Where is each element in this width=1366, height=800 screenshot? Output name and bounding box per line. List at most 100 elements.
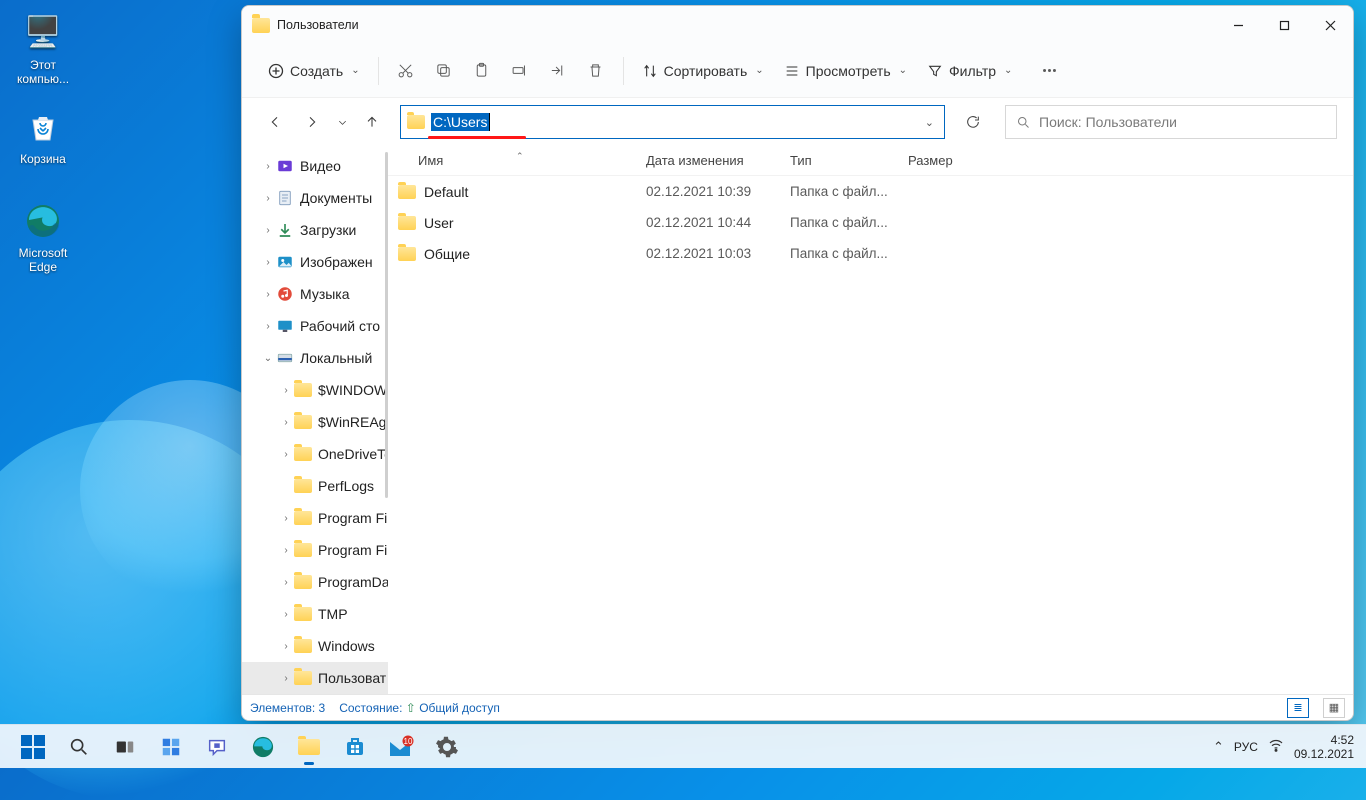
file-row[interactable]: User02.12.2021 10:44Папка с файл... bbox=[388, 207, 1353, 238]
sort-button[interactable]: Сортировать⌄ bbox=[632, 53, 774, 89]
expand-icon[interactable]: ⌄ bbox=[260, 353, 276, 364]
tree-node[interactable]: ›Program Fi bbox=[242, 534, 388, 566]
taskbar-clock[interactable]: 4:52 09.12.2021 bbox=[1294, 733, 1360, 761]
expand-icon[interactable]: › bbox=[260, 257, 276, 268]
status-state: Состояние: ⇧ Общий доступ bbox=[339, 701, 500, 715]
tree-label: Видео bbox=[300, 158, 341, 174]
expand-icon[interactable]: › bbox=[260, 161, 276, 172]
file-date: 02.12.2021 10:03 bbox=[646, 246, 790, 261]
start-button[interactable] bbox=[12, 727, 54, 767]
new-button[interactable]: Создать⌄ bbox=[258, 53, 370, 89]
chevron-down-icon: ⌄ bbox=[1004, 65, 1012, 76]
taskbar-store[interactable] bbox=[334, 727, 376, 767]
cut-button[interactable] bbox=[387, 53, 425, 89]
expand-icon[interactable]: › bbox=[278, 545, 294, 556]
file-name: Общие bbox=[424, 246, 470, 262]
tree-node[interactable]: ›Windows bbox=[242, 630, 388, 662]
close-button[interactable] bbox=[1307, 6, 1353, 44]
file-name: Default bbox=[424, 184, 468, 200]
taskbar-edge[interactable] bbox=[242, 727, 284, 767]
expand-icon[interactable]: › bbox=[278, 449, 294, 460]
expand-icon[interactable]: › bbox=[260, 289, 276, 300]
column-type[interactable]: Тип bbox=[790, 153, 908, 168]
forward-button[interactable] bbox=[295, 105, 329, 139]
tree-node[interactable]: ›Program Fi bbox=[242, 502, 388, 534]
tree-node[interactable]: › OneDriveTe bbox=[242, 438, 388, 470]
expand-icon[interactable]: › bbox=[278, 417, 294, 428]
desktop-icon-this-pc[interactable]: 🖥️ Этот компью... bbox=[6, 12, 80, 86]
node-icon bbox=[294, 573, 312, 591]
expand-icon[interactable]: › bbox=[260, 225, 276, 236]
file-row[interactable]: Default02.12.2021 10:39Папка с файл... bbox=[388, 176, 1353, 207]
expand-icon[interactable]: › bbox=[260, 321, 276, 332]
column-size[interactable]: Размер bbox=[908, 153, 998, 168]
address-bar[interactable]: C:\Users ⌄ bbox=[400, 105, 945, 139]
up-button[interactable] bbox=[355, 105, 389, 139]
share-button[interactable] bbox=[539, 53, 577, 89]
task-view-button[interactable] bbox=[104, 727, 146, 767]
tree-node[interactable]: ›Загрузки bbox=[242, 214, 388, 246]
language-indicator[interactable]: РУС bbox=[1234, 740, 1258, 754]
maximize-button[interactable] bbox=[1261, 6, 1307, 44]
node-icon bbox=[294, 381, 312, 399]
file-row[interactable]: Общие02.12.2021 10:03Папка с файл... bbox=[388, 238, 1353, 269]
view-button[interactable]: Просмотреть⌄ bbox=[774, 53, 917, 89]
expand-icon[interactable]: › bbox=[278, 385, 294, 396]
tree-node[interactable]: ›Музыка bbox=[242, 278, 388, 310]
filter-button[interactable]: Фильтр⌄ bbox=[917, 53, 1022, 89]
expand-icon[interactable]: › bbox=[260, 193, 276, 204]
delete-button[interactable] bbox=[577, 53, 615, 89]
back-button[interactable] bbox=[258, 105, 292, 139]
taskbar-settings[interactable] bbox=[426, 727, 468, 767]
rename-button[interactable] bbox=[501, 53, 539, 89]
task-view-icon bbox=[114, 736, 136, 758]
taskbar-mail[interactable]: 10 bbox=[380, 727, 422, 767]
network-icon[interactable] bbox=[1268, 737, 1284, 756]
details-view-button[interactable]: ≣ bbox=[1287, 698, 1309, 718]
tray-chevron[interactable]: ⌃ bbox=[1213, 739, 1224, 755]
expand-icon[interactable]: › bbox=[278, 577, 294, 588]
folder-icon bbox=[398, 216, 416, 230]
sort-icon bbox=[642, 63, 658, 79]
tree-node[interactable]: ⌄Локальный bbox=[242, 342, 388, 374]
chat-button[interactable] bbox=[196, 727, 238, 767]
tree-node[interactable]: ›ProgramDa bbox=[242, 566, 388, 598]
search-input[interactable]: Поиск: Пользователи bbox=[1005, 105, 1337, 139]
tree-node[interactable]: ›Документы bbox=[242, 182, 388, 214]
tree-label: OneDriveTe bbox=[318, 446, 388, 462]
expand-icon[interactable]: › bbox=[278, 609, 294, 620]
thumbnails-view-button[interactable]: ▦ bbox=[1323, 698, 1345, 718]
desktop-icon-recycle-bin[interactable]: Корзина bbox=[6, 106, 80, 166]
chevron-down-icon[interactable]: ⌄ bbox=[915, 116, 944, 129]
node-icon bbox=[294, 509, 312, 527]
chevron-down-icon: ⌄ bbox=[351, 65, 359, 76]
taskbar-search[interactable] bbox=[58, 727, 100, 767]
monitor-icon: 🖥️ bbox=[22, 12, 64, 54]
node-icon bbox=[276, 285, 294, 303]
desktop-icon-edge[interactable]: Microsoft Edge bbox=[6, 200, 80, 274]
refresh-button[interactable] bbox=[954, 105, 992, 139]
column-name[interactable]: Имя⌃ bbox=[388, 153, 646, 168]
titlebar[interactable]: Пользователи bbox=[242, 6, 1353, 44]
copy-button[interactable] bbox=[425, 53, 463, 89]
tree-node[interactable]: ›$WINDOW bbox=[242, 374, 388, 406]
widgets-button[interactable] bbox=[150, 727, 192, 767]
expand-icon[interactable]: › bbox=[278, 641, 294, 652]
recent-button[interactable] bbox=[332, 105, 352, 139]
tree-node[interactable]: PerfLogs bbox=[242, 470, 388, 502]
minimize-button[interactable] bbox=[1215, 6, 1261, 44]
tree-node[interactable]: ›Изображен bbox=[242, 246, 388, 278]
explorer-window: Пользователи Создать⌄ Сортировать⌄ Просм… bbox=[241, 5, 1354, 721]
tree-node[interactable]: ›Рабочий сто bbox=[242, 310, 388, 342]
tree-node[interactable]: › Видео bbox=[242, 150, 388, 182]
layout-icon bbox=[784, 63, 800, 79]
tree-node[interactable]: ›$WinREAg bbox=[242, 406, 388, 438]
more-button[interactable] bbox=[1030, 53, 1068, 89]
taskbar-explorer[interactable] bbox=[288, 727, 330, 767]
paste-button[interactable] bbox=[463, 53, 501, 89]
expand-icon[interactable]: › bbox=[278, 673, 294, 684]
expand-icon[interactable]: › bbox=[278, 513, 294, 524]
tree-node[interactable]: ›TMP bbox=[242, 598, 388, 630]
column-date[interactable]: Дата изменения bbox=[646, 153, 790, 168]
tree-node[interactable]: ›Пользоват bbox=[242, 662, 388, 694]
